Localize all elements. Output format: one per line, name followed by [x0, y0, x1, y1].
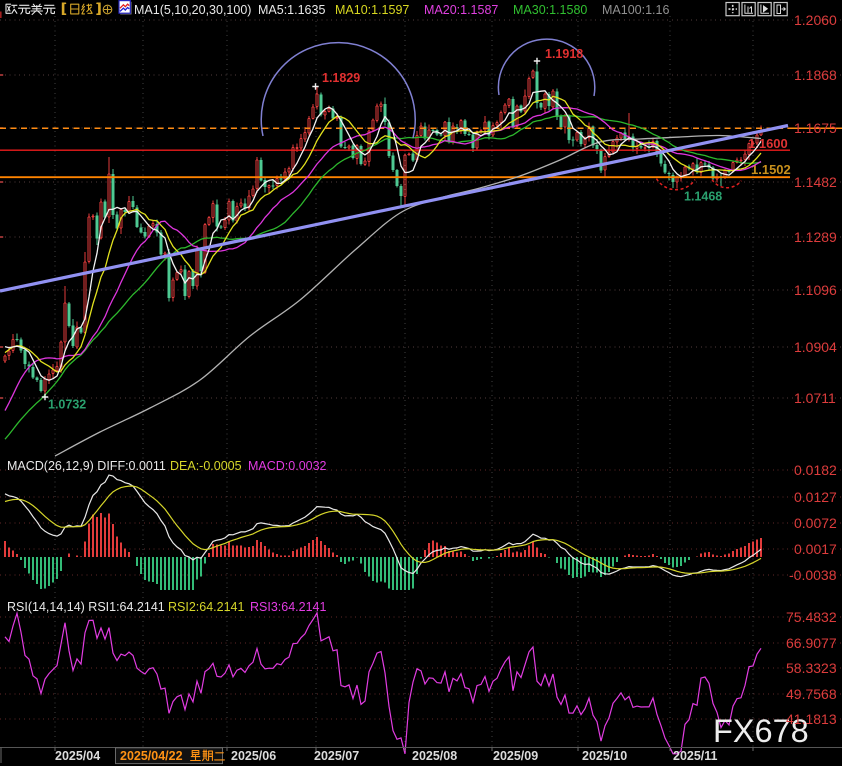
svg-text:1.0904: 1.0904 [794, 339, 837, 355]
svg-text:1.1829: 1.1829 [322, 71, 360, 85]
svg-text:58.3323: 58.3323 [786, 660, 837, 676]
svg-text:2025/11: 2025/11 [673, 749, 718, 763]
svg-text:49.7568: 49.7568 [786, 686, 837, 702]
svg-text:MA20:1.1587: MA20:1.1587 [424, 3, 498, 17]
svg-text:MACD(26,12,9) DIFF:0.0011: MACD(26,12,9) DIFF:0.0011 [7, 459, 166, 473]
svg-text:DEA:-0.0005: DEA:-0.0005 [170, 459, 242, 473]
svg-text:66.9077: 66.9077 [786, 635, 837, 651]
svg-text:2025/04: 2025/04 [55, 749, 100, 763]
svg-text:2025/09: 2025/09 [493, 749, 538, 763]
svg-text:2025/10: 2025/10 [582, 749, 627, 763]
svg-text:1.1468: 1.1468 [684, 190, 722, 204]
svg-text:1.1482: 1.1482 [794, 174, 837, 190]
svg-text:MA30:1.1580: MA30:1.1580 [513, 3, 587, 17]
svg-text:1.0711: 1.0711 [794, 390, 836, 406]
svg-text:2025/07: 2025/07 [314, 749, 359, 763]
svg-text:41.1813: 41.1813 [786, 711, 837, 727]
svg-text:MA100:1.16: MA100:1.16 [602, 3, 669, 17]
svg-text:1.1675: 1.1675 [794, 120, 837, 136]
svg-text:RSI3:64.2141: RSI3:64.2141 [250, 600, 326, 614]
svg-text:2025/04/22: 2025/04/22 [120, 749, 183, 763]
svg-text:MACD:0.0032: MACD:0.0032 [248, 459, 327, 473]
svg-text:0.0182: 0.0182 [794, 462, 837, 478]
svg-text:0.0127: 0.0127 [794, 489, 837, 505]
svg-text:75.4832: 75.4832 [786, 609, 837, 625]
svg-text:RSI2:64.2141: RSI2:64.2141 [168, 600, 244, 614]
svg-text:MA5:1.1635: MA5:1.1635 [258, 3, 325, 17]
svg-text:1.1918: 1.1918 [545, 47, 583, 61]
svg-text:0.0017: 0.0017 [794, 541, 837, 557]
svg-text:1.1096: 1.1096 [794, 282, 837, 298]
svg-text:-0.0038: -0.0038 [789, 567, 837, 583]
svg-text:MA10:1.1597: MA10:1.1597 [335, 3, 409, 17]
svg-text:MA1(5,10,20,30,100): MA1(5,10,20,30,100) [134, 3, 251, 17]
svg-text:2025/08: 2025/08 [412, 749, 457, 763]
svg-text:1.1289: 1.1289 [794, 229, 837, 245]
svg-text:2025/06: 2025/06 [231, 749, 276, 763]
svg-text:0.0072: 0.0072 [794, 515, 837, 531]
svg-text:1.0732: 1.0732 [48, 398, 86, 412]
svg-text:1.1868: 1.1868 [794, 67, 837, 83]
svg-text:RSI(14,14,14) RSI1:64.2141: RSI(14,14,14) RSI1:64.2141 [7, 600, 165, 614]
svg-text:1.2060: 1.2060 [794, 12, 837, 28]
